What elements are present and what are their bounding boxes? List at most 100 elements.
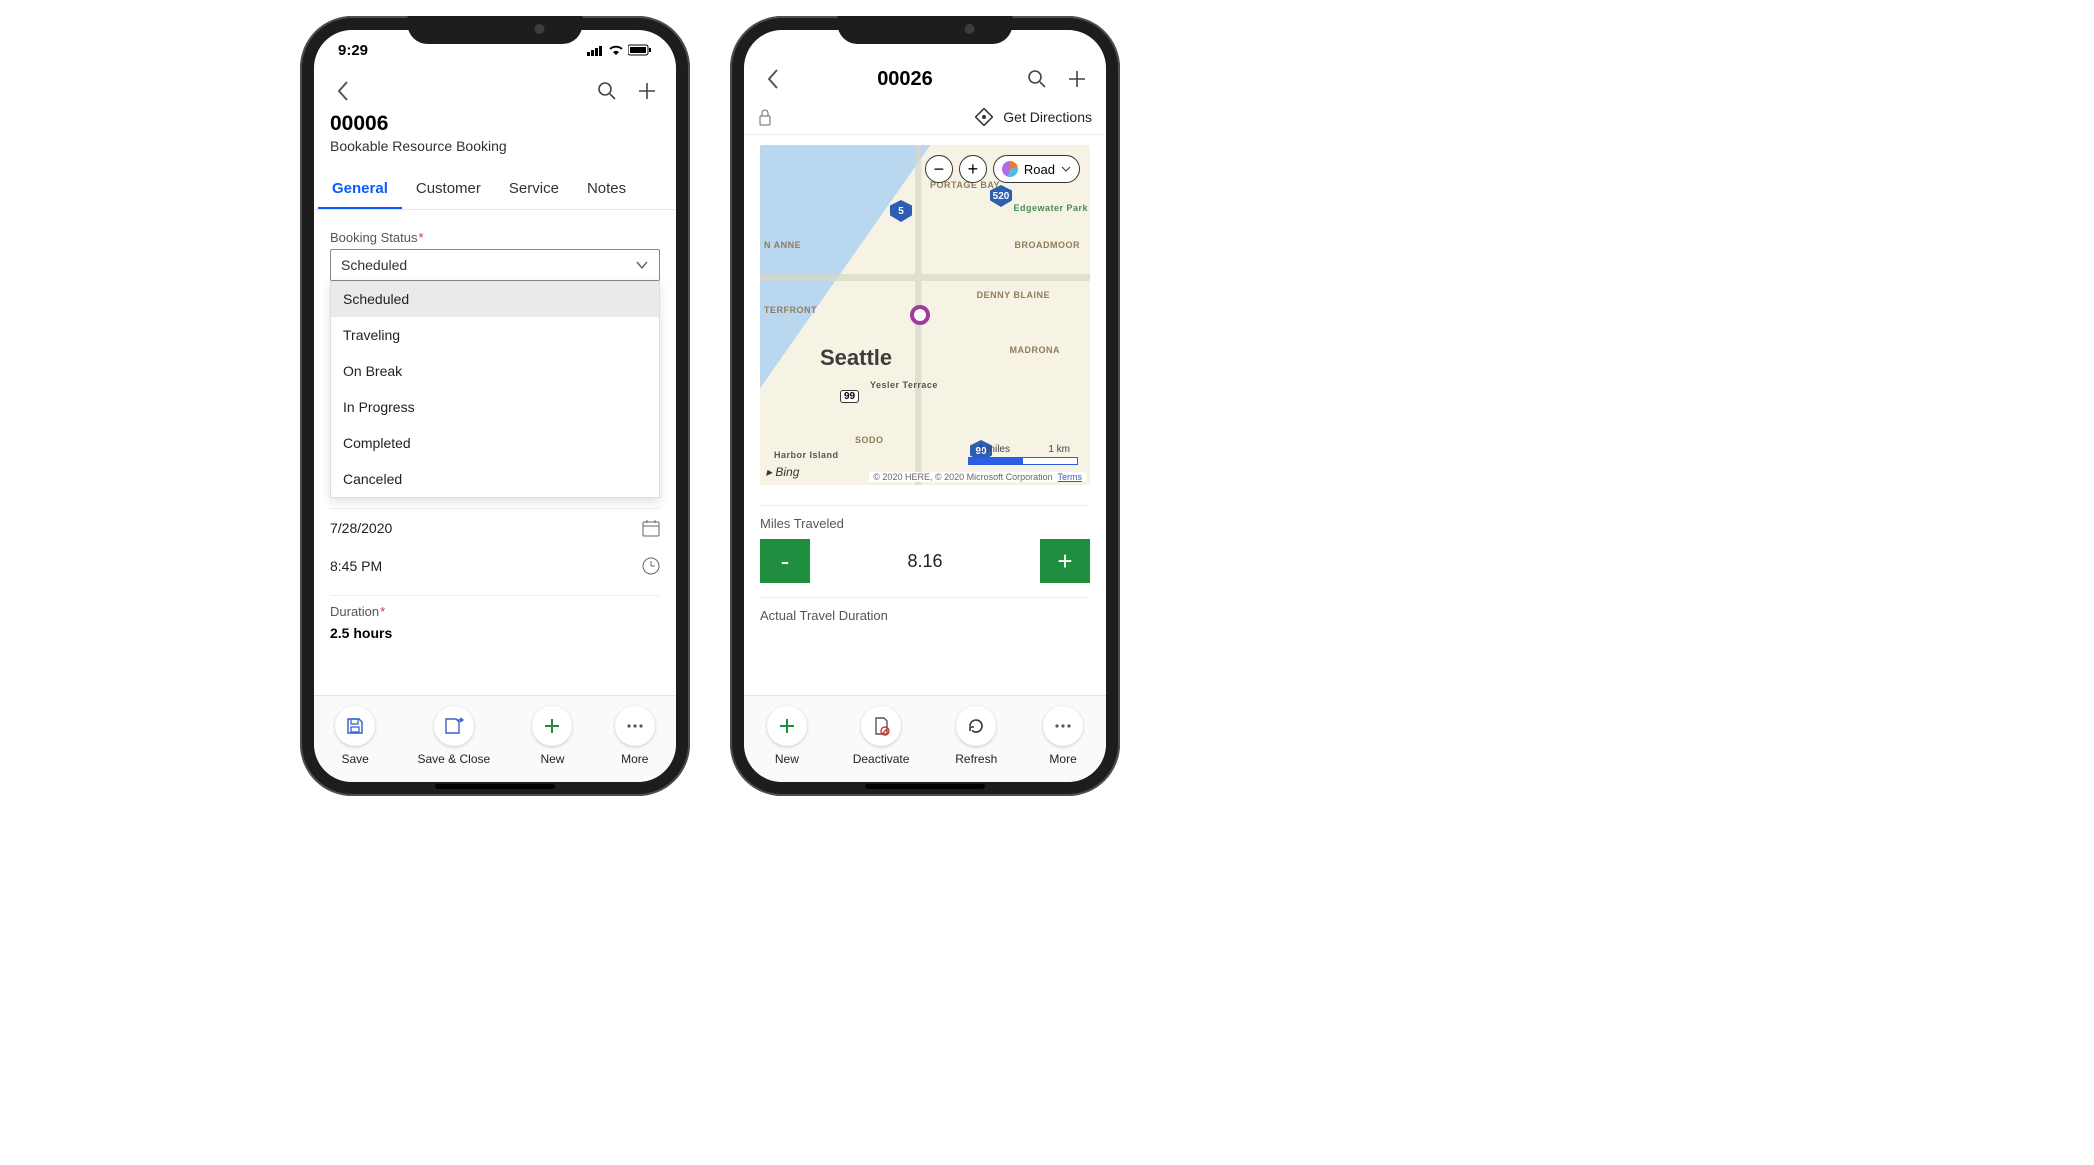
tool-new[interactable]: New	[532, 706, 572, 766]
tool-refresh[interactable]: Refresh	[955, 706, 997, 766]
miles-value[interactable]: 8.16	[907, 551, 942, 572]
add-button[interactable]	[1062, 64, 1092, 94]
date-value: 7/28/2020	[330, 520, 392, 536]
date-field[interactable]: 7/28/2020	[330, 508, 660, 547]
tab-general[interactable]: General	[318, 170, 402, 209]
phone-notch	[408, 16, 583, 44]
option-on-break[interactable]: On Break	[331, 353, 659, 389]
map-nbhd-yesler: Yesler Terrace	[870, 380, 938, 390]
navbar	[314, 70, 676, 112]
tool-more[interactable]: More	[1043, 706, 1083, 766]
plus-green-icon	[778, 717, 796, 735]
map-nbhd-terfront: TERFRONT	[764, 305, 817, 315]
ellipsis-icon	[626, 723, 644, 729]
map-nbhd-harbor: Harbor Island	[774, 450, 839, 460]
record-entity-name: Bookable Resource Booking	[330, 138, 660, 154]
option-traveling[interactable]: Traveling	[331, 317, 659, 353]
booking-status-dropdown: Scheduled Traveling On Break In Progress…	[330, 281, 660, 498]
calendar-icon	[642, 519, 660, 537]
option-scheduled[interactable]: Scheduled	[331, 281, 659, 317]
booking-status-value: Scheduled	[341, 257, 407, 273]
map-nbhd-edgewater: Edgewater Park	[1013, 203, 1088, 213]
status-time: 9:29	[338, 42, 368, 59]
miles-increment[interactable]: +	[1040, 539, 1090, 583]
plus-icon	[637, 81, 657, 101]
option-in-progress[interactable]: In Progress	[331, 389, 659, 425]
plus-icon	[1067, 69, 1087, 89]
status-icons	[587, 44, 652, 56]
tab-bar: General Customer Service Notes	[314, 170, 676, 210]
map-location-pin	[910, 305, 930, 325]
page-header: 00006 Bookable Resource Booking	[314, 112, 676, 156]
deactivate-icon	[871, 716, 891, 736]
duration-value: 2.5 hours	[330, 619, 660, 655]
map-route-99: 99	[840, 390, 859, 403]
tab-notes[interactable]: Notes	[573, 170, 640, 209]
map[interactable]: − + Road Seattle PORTAGE BAY BROADMOOR D…	[760, 145, 1090, 485]
ellipsis-icon	[1054, 723, 1072, 729]
map-scale-bar	[968, 457, 1078, 465]
tab-service[interactable]: Service	[495, 170, 573, 209]
option-completed[interactable]: Completed	[331, 425, 659, 461]
page-title: 00026	[798, 68, 1012, 91]
tool-deactivate[interactable]: Deactivate	[853, 706, 910, 766]
miles-decrement[interactable]: -	[760, 539, 810, 583]
option-canceled[interactable]: Canceled	[331, 461, 659, 497]
clock-icon	[642, 557, 660, 575]
back-button[interactable]	[328, 76, 358, 106]
map-zoom-in[interactable]: +	[959, 155, 987, 183]
bottom-toolbar: Save Save & Close	[314, 695, 676, 782]
booking-status-select[interactable]: Scheduled	[330, 249, 660, 281]
map-scale-km: 1 km	[1048, 444, 1070, 455]
chevron-left-icon	[336, 80, 350, 102]
map-nbhd-nanne: N ANNE	[764, 240, 801, 250]
map-terms-link[interactable]: Terms	[1058, 472, 1083, 482]
map-shield-i5: 5	[890, 200, 912, 222]
directions-icon	[975, 108, 993, 126]
time-value: 8:45 PM	[330, 558, 382, 574]
map-zoom-out[interactable]: −	[925, 155, 953, 183]
tool-save-close[interactable]: Save & Close	[417, 706, 490, 766]
get-directions-link[interactable]: Get Directions	[1003, 109, 1092, 125]
map-provider-logo: ▸ Bing	[766, 465, 799, 479]
tool-more[interactable]: More	[615, 706, 655, 766]
duration-label: Duration*	[330, 595, 660, 619]
phone-right-frame: 00026	[730, 16, 1120, 796]
phone-left-screen: 9:29	[314, 30, 676, 782]
search-button[interactable]	[592, 76, 622, 106]
map-nbhd-denny: DENNY BLAINE	[977, 290, 1050, 300]
map-city-label: Seattle	[820, 345, 892, 371]
search-button[interactable]	[1022, 64, 1052, 94]
add-button[interactable]	[632, 76, 662, 106]
home-indicator	[435, 784, 555, 789]
search-icon	[1027, 69, 1047, 89]
map-scale-mi: 1 miles	[978, 444, 1010, 455]
directions-bar: Get Directions	[744, 100, 1106, 135]
wifi-icon	[608, 44, 624, 56]
refresh-icon	[967, 717, 985, 735]
search-icon	[597, 81, 617, 101]
tool-new[interactable]: New	[767, 706, 807, 766]
caret-down-icon	[1061, 166, 1071, 172]
map-nbhd-madrona: MADRONA	[1010, 345, 1061, 355]
miles-traveled-label: Miles Traveled	[760, 516, 1090, 531]
map-nbhd-broadmoor: BROADMOOR	[1015, 240, 1081, 250]
map-nbhd-sodo: SODO	[855, 435, 884, 445]
navbar: 00026	[744, 58, 1106, 100]
actual-travel-duration-label: Actual Travel Duration	[744, 598, 1106, 623]
map-layer-select[interactable]: Road	[993, 155, 1080, 183]
record-number: 00006	[330, 112, 660, 136]
chevron-left-icon	[766, 68, 780, 90]
tool-save[interactable]: Save	[335, 706, 375, 766]
globe-icon	[1002, 161, 1018, 177]
booking-status-label: Booking Status*	[330, 230, 660, 245]
tab-customer[interactable]: Customer	[402, 170, 495, 209]
map-attribution: © 2020 HERE, © 2020 Microsoft Corporatio…	[869, 472, 1086, 482]
time-field[interactable]: 8:45 PM	[330, 547, 660, 585]
battery-icon	[628, 44, 652, 56]
bottom-toolbar: New Deactivate	[744, 695, 1106, 782]
back-button[interactable]	[758, 64, 788, 94]
plus-green-icon	[543, 717, 561, 735]
home-indicator	[865, 784, 985, 789]
phone-notch	[838, 16, 1013, 44]
